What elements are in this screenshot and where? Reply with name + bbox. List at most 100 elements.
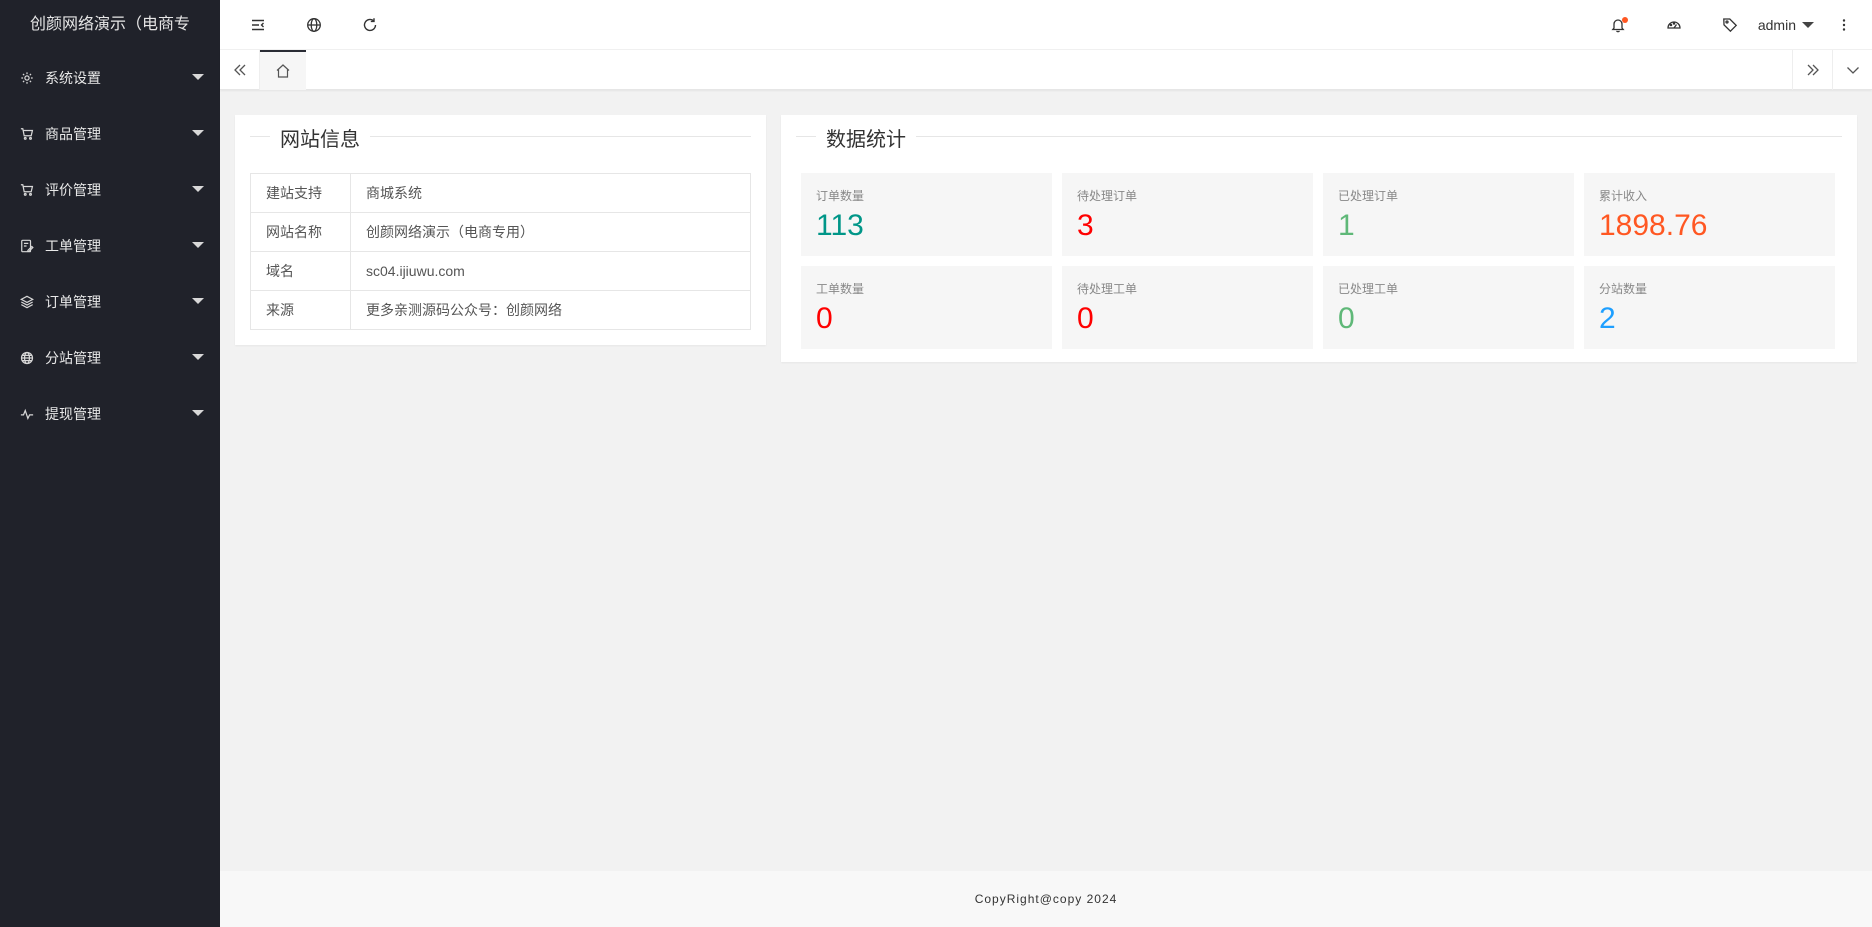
caret-down-icon	[192, 410, 204, 416]
stat-label: 分站数量	[1599, 282, 1648, 296]
website-info-card: 网站信息 建站支持 商城系统 网站名称 创颜网络演示（电商专用） 域名 sc04…	[235, 115, 766, 345]
stat-label: 累计收入	[1599, 189, 1648, 203]
sidebar-item-withdrawals[interactable]: 提现管理	[0, 386, 220, 442]
stat-label: 已处理工单	[1338, 282, 1399, 296]
info-key: 建站支持	[250, 173, 351, 213]
info-key: 域名	[250, 251, 351, 291]
stat-processed-orders[interactable]: 已处理订单 1	[1323, 173, 1574, 256]
sidebar: 创颜网络演示（电商专 系统设置 商品管理 评价管理 工单管理 订单管理 分站管理…	[0, 0, 220, 927]
tabs-scroll-right-button[interactable]	[1792, 50, 1832, 90]
stat-ticket-count[interactable]: 工单数量 0	[801, 266, 1052, 349]
toggle-sidebar-button[interactable]	[230, 0, 286, 50]
sidebar-item-orders[interactable]: 订单管理	[0, 274, 220, 330]
dashboard-icon	[1667, 21, 1681, 29]
info-value: 创颜网络演示（电商专用）	[350, 212, 751, 252]
stat-value: 0	[1338, 302, 1355, 335]
globe-icon	[307, 18, 321, 32]
info-key: 网站名称	[250, 212, 351, 252]
sidebar-item-reviews[interactable]: 评价管理	[0, 162, 220, 218]
stat-processed-tickets[interactable]: 已处理工单 0	[1323, 266, 1574, 349]
info-key: 来源	[250, 290, 351, 330]
main-content: 网站信息 建站支持 商城系统 网站名称 创颜网络演示（电商专用） 域名 sc04…	[220, 91, 1872, 871]
stat-value: 0	[1077, 302, 1094, 335]
user-menu[interactable]: admin	[1758, 0, 1814, 50]
sidebar-item-label: 工单管理	[45, 238, 101, 254]
tabs-scroll-left-button[interactable]	[220, 50, 260, 90]
tags-button[interactable]	[1702, 0, 1758, 50]
username: admin	[1757, 17, 1796, 33]
website-button[interactable]	[286, 0, 342, 50]
tabs-bar	[220, 50, 1872, 90]
stat-label: 待处理工单	[1077, 282, 1138, 296]
sidebar-item-label: 分站管理	[45, 350, 101, 366]
caret-down-icon	[1802, 22, 1814, 28]
stat-pending-orders[interactable]: 待处理订单 3	[1062, 173, 1313, 256]
notifications-button[interactable]	[1590, 0, 1646, 50]
website-info-table: 建站支持 商城系统 网站名称 创颜网络演示（电商专用） 域名 sc04.ijiu…	[250, 173, 751, 330]
statistics-card: 数据统计 订单数量 113 待处理订单 3 已处理订单 1 累计收入 1898.…	[781, 115, 1857, 362]
sidebar-item-label: 商品管理	[45, 126, 101, 142]
sidebar-item-label: 系统设置	[45, 70, 101, 86]
caret-down-icon	[192, 130, 204, 136]
table-row: 网站名称 创颜网络演示（电商专用）	[250, 212, 751, 252]
home-icon	[276, 64, 290, 78]
tab-home[interactable]	[260, 50, 306, 90]
card-title: 数据统计	[816, 123, 916, 152]
gear-icon	[20, 71, 34, 85]
stat-value: 1	[1338, 209, 1355, 242]
sidebar-item-label: 提现管理	[45, 406, 101, 422]
stat-value: 2	[1599, 302, 1616, 335]
stat-label: 订单数量	[816, 189, 865, 203]
refresh-button[interactable]	[342, 0, 398, 50]
double-chevron-left-icon	[233, 64, 245, 76]
stat-value: 0	[816, 302, 833, 335]
table-row: 建站支持 商城系统	[250, 173, 751, 213]
table-row: 来源 更多亲测源码公众号：创颜网络	[250, 290, 751, 330]
stat-order-count[interactable]: 订单数量 113	[801, 173, 1052, 256]
footer: CopyRight@copy 2024	[220, 871, 1872, 927]
theme-button[interactable]	[1646, 0, 1702, 50]
notification-dot	[1622, 17, 1628, 23]
sidebar-item-substations[interactable]: 分站管理	[0, 330, 220, 386]
caret-down-icon	[192, 298, 204, 304]
stat-substation-count[interactable]: 分站数量 2	[1584, 266, 1835, 349]
table-row: 域名 sc04.ijiuwu.com	[250, 251, 751, 291]
more-vertical-icon	[1842, 19, 1846, 31]
info-value: sc04.ijiuwu.com	[350, 251, 751, 291]
more-button[interactable]	[1816, 0, 1872, 50]
chevron-down-icon	[1846, 67, 1859, 74]
sidebar-item-tickets[interactable]: 工单管理	[0, 218, 220, 274]
sidebar-item-system-settings[interactable]: 系统设置	[0, 50, 220, 106]
info-value: 商城系统	[350, 173, 751, 213]
sidebar-item-label: 评价管理	[45, 182, 101, 198]
divider	[796, 136, 1842, 137]
stat-value: 113	[816, 209, 864, 242]
stat-total-income[interactable]: 累计收入 1898.76	[1584, 173, 1835, 256]
refresh-icon	[363, 18, 377, 32]
caret-down-icon	[192, 242, 204, 248]
tag-icon	[1723, 18, 1738, 33]
caret-down-icon	[192, 74, 204, 80]
sidebar-menu: 系统设置 商品管理 评价管理 工单管理 订单管理 分站管理 提现管理	[0, 50, 220, 442]
stat-value: 1898.76	[1599, 209, 1708, 242]
copyright-text: CopyRight@copy 2024	[974, 892, 1118, 906]
cart-icon	[20, 183, 34, 197]
globe-icon	[20, 351, 34, 365]
tabs-menu-button[interactable]	[1832, 50, 1872, 90]
card-header: 数据统计	[796, 115, 1842, 157]
info-value: 更多亲测源码公众号：创颜网络	[350, 290, 751, 330]
card-header: 网站信息	[250, 115, 751, 157]
ticket-icon	[20, 239, 34, 253]
stat-label: 已处理订单	[1338, 189, 1399, 203]
app-logo-title[interactable]: 创颜网络演示（电商专	[0, 0, 220, 50]
menu-fold-icon	[252, 19, 264, 31]
stat-label: 工单数量	[816, 282, 865, 296]
sidebar-item-label: 订单管理	[45, 294, 101, 310]
caret-down-icon	[192, 186, 204, 192]
top-header: admin	[220, 0, 1872, 50]
pulse-icon	[20, 407, 34, 421]
stat-pending-tickets[interactable]: 待处理工单 0	[1062, 266, 1313, 349]
sidebar-item-products[interactable]: 商品管理	[0, 106, 220, 162]
stat-label: 待处理订单	[1077, 189, 1138, 203]
cart-icon	[20, 127, 34, 141]
